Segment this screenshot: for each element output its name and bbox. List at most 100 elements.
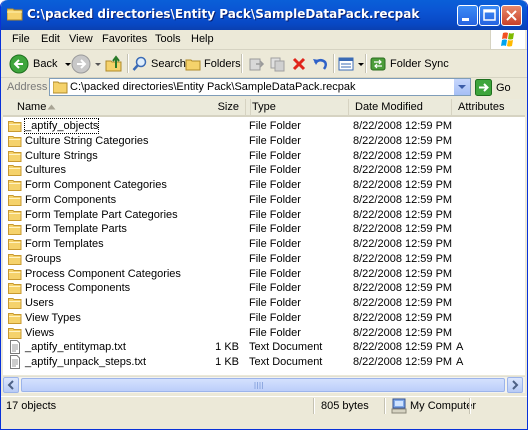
table-row[interactable]: Culture Strings File Folder 8/22/2008 12:5…	[3, 149, 525, 163]
folder-icon	[8, 253, 22, 265]
folder-icon	[8, 239, 22, 250]
column-date-modified[interactable]: Date Modified	[349, 99, 452, 115]
file-size: 1 KB	[215, 341, 239, 354]
up-folder-icon	[105, 54, 122, 71]
file-type: File Folder	[249, 326, 301, 339]
table-row[interactable]: Users File Folder 8/22/2008 12:59 PM	[3, 296, 525, 310]
file-date-modified: 8/22/2008 12:59 PM	[353, 311, 453, 324]
forward-button[interactable]	[71, 53, 103, 74]
folders-button[interactable]: Folders	[185, 53, 241, 74]
windows-flag-icon	[501, 32, 514, 47]
menu-help[interactable]: Help	[191, 33, 214, 45]
text-document-icon	[10, 340, 20, 355]
back-button[interactable]: Back	[9, 53, 73, 74]
table-row[interactable]: _aptify_unpack_steps.txt 1 KB Text Documen…	[3, 355, 525, 369]
file-date-modified: 8/22/2008 12:59 PM	[353, 341, 453, 354]
menu-file[interactable]: File	[12, 33, 30, 45]
folder-icon	[8, 268, 22, 280]
file-type: File Folder	[249, 282, 301, 295]
table-row[interactable]: Process Components File Folder 8/22/2008 1…	[3, 281, 525, 295]
table-row[interactable]: Groups File Folder 8/22/2008 12:59 PM	[3, 252, 525, 266]
table-row[interactable]: Views File Folder 8/22/2008 12:59 PM	[3, 326, 525, 340]
menu-edit[interactable]: Edit	[41, 33, 60, 45]
table-row[interactable]: Form Template Parts File Folder 8/22/2008 …	[3, 222, 525, 236]
file-date-modified: 8/22/2008 12:59 PM	[353, 164, 453, 177]
delete-button[interactable]	[291, 53, 307, 74]
status-bar: 17 objects 805 bytes My Computer	[1, 396, 527, 415]
explorer-window: C:\packed directories\Entity Pack\Sample…	[0, 0, 528, 430]
title-bar[interactable]: C:\packed directories\Entity Pack\Sample…	[1, 0, 527, 30]
go-arrow-icon	[475, 79, 492, 96]
grip-icon	[254, 382, 263, 389]
minimize-icon	[462, 18, 469, 21]
file-type: File Folder	[249, 134, 301, 147]
windows-logo	[490, 30, 525, 49]
toolbar: Back Search Folders Folder Sync	[1, 50, 527, 78]
column-attributes[interactable]: Attributes	[452, 99, 525, 115]
search-button[interactable]: Search	[132, 53, 186, 74]
file-name: Views	[25, 326, 55, 339]
undo-button[interactable]	[311, 53, 329, 74]
close-button[interactable]	[501, 5, 522, 26]
table-row[interactable]: Form Template Part Categories File Folder…	[3, 208, 525, 222]
address-input[interactable]: C:\packed directories\Entity Pack\Sample…	[49, 78, 471, 96]
scroll-thumb[interactable]	[21, 378, 505, 392]
go-button[interactable]: Go	[475, 79, 511, 96]
chevron-down-icon[interactable]	[93, 59, 103, 69]
file-list: _aptify_objects File Folder 8/22/2008 12:5…	[3, 117, 525, 375]
views-button[interactable]	[338, 53, 365, 74]
window-title: C:\packed directories\Entity Pack\Sample…	[27, 7, 420, 21]
close-icon	[506, 10, 517, 21]
table-row[interactable]: Cultures File Folder 8/22/2008 12:59 PM	[3, 163, 525, 177]
table-row[interactable]: Form Components File Folder 8/22/2008 12:5…	[3, 193, 525, 207]
folders-label: Folders	[204, 57, 241, 70]
table-row[interactable]: View Types File Folder 8/22/2008 12:59 PM	[3, 311, 525, 325]
file-type: File Folder	[249, 267, 301, 280]
toolbar-separator	[365, 54, 367, 73]
file-name: Form Template Parts	[25, 223, 127, 236]
column-type-label: Type	[252, 101, 276, 113]
maximize-icon	[483, 9, 496, 21]
menu-view[interactable]: View	[69, 33, 93, 45]
column-size-label: Size	[217, 101, 239, 113]
folder-icon	[7, 8, 23, 21]
table-row[interactable]: _aptify_objects File Folder 8/22/2008 12:5…	[3, 118, 525, 134]
address-dropdown-button[interactable]	[453, 79, 470, 95]
file-type: File Folder	[249, 193, 301, 206]
folder-sync-button[interactable]: Folder Sync	[370, 53, 449, 74]
sort-ascending-icon	[47, 104, 56, 110]
move-to-icon	[249, 58, 265, 70]
column-type[interactable]: Type	[246, 99, 349, 115]
status-size: 805 bytes	[321, 400, 369, 412]
file-name: Process Components	[25, 282, 131, 295]
chevron-down-icon[interactable]	[357, 59, 365, 69]
forward-arrow-icon	[71, 54, 91, 73]
folder-icon	[8, 135, 22, 147]
file-date-modified: 8/22/2008 12:59 PM	[353, 326, 453, 339]
table-row[interactable]: Process Component Categories File Folder 8…	[3, 267, 525, 281]
scroll-right-button[interactable]	[507, 377, 523, 393]
horizontal-scrollbar[interactable]	[3, 376, 525, 393]
file-date-modified: 8/22/2008 12:59 PM	[353, 267, 453, 280]
minimize-button[interactable]	[457, 5, 478, 26]
maximize-button[interactable]	[479, 5, 500, 26]
file-name: Culture Strings	[25, 149, 98, 162]
table-row[interactable]: Culture String Categories File Folder 8/22…	[3, 134, 525, 148]
file-type: File Folder	[249, 120, 301, 132]
table-row[interactable]: Form Templates File Folder 8/22/2008 12:59…	[3, 237, 525, 251]
menu-tools[interactable]: Tools	[155, 33, 181, 45]
file-date-modified: 8/22/2008 12:59 PM	[353, 252, 453, 265]
column-size[interactable]: Size	[163, 99, 246, 115]
menu-favorites[interactable]: Favorites	[102, 33, 147, 45]
folder-icon	[8, 209, 22, 221]
search-icon	[132, 56, 147, 71]
table-row[interactable]: Form Component Categories File Folder 8/22…	[3, 178, 525, 192]
up-folder-button[interactable]	[105, 53, 123, 74]
copy-to-button[interactable]	[269, 53, 287, 74]
file-size: 1 KB	[215, 356, 239, 368]
folder-sync-label: Folder Sync	[390, 57, 449, 70]
scroll-left-button[interactable]	[3, 377, 19, 393]
status-divider	[469, 398, 471, 414]
table-row[interactable]: _aptify_entitymap.txt 1 KB Text Document 8/…	[3, 340, 525, 355]
move-to-button[interactable]	[247, 53, 265, 74]
